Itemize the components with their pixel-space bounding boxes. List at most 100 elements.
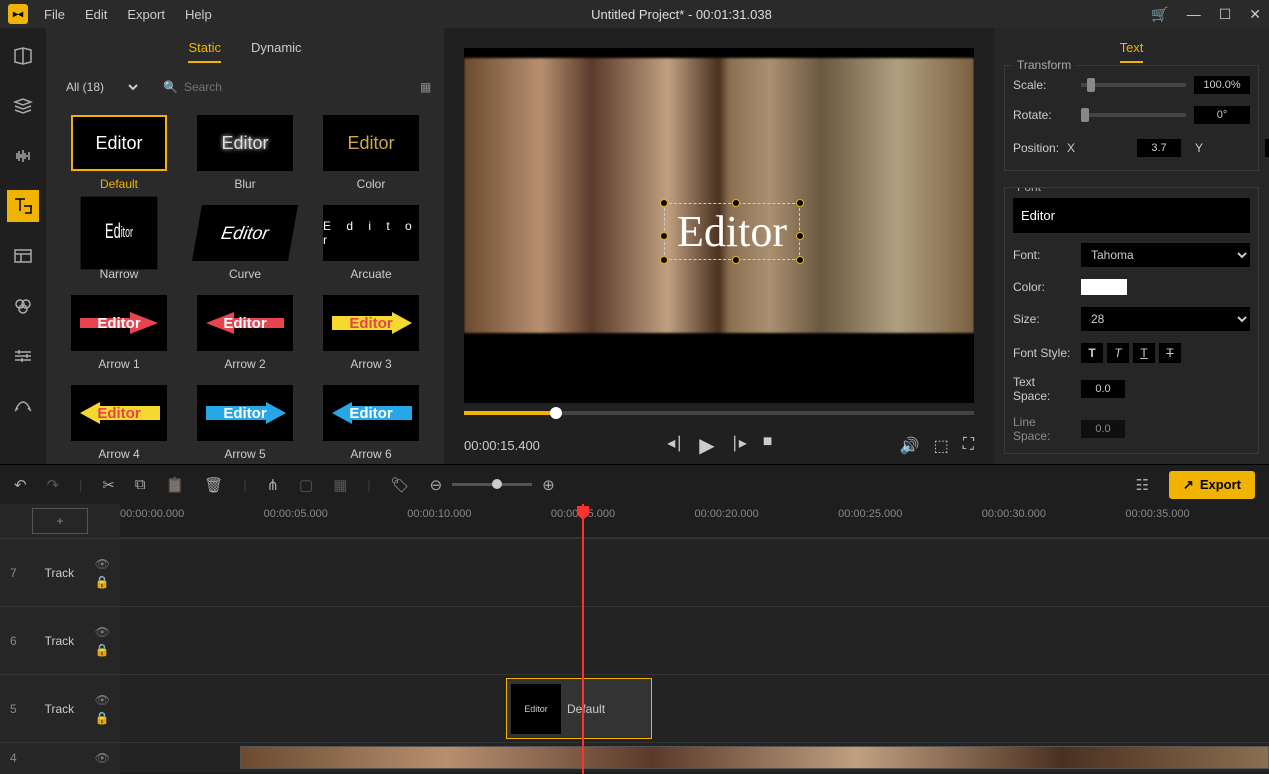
preset-default[interactable]: EditorDefault: [62, 115, 176, 191]
cart-icon[interactable]: 🛒: [1151, 6, 1168, 23]
undo-button[interactable]: ↶: [14, 476, 27, 494]
eye-icon[interactable]: 👁: [95, 557, 110, 571]
minimize-button[interactable]: —: [1187, 6, 1201, 22]
transform-title: Transform: [1011, 58, 1077, 72]
sidebar-media[interactable]: [7, 40, 39, 72]
tab-static[interactable]: Static: [188, 40, 221, 63]
category-dropdown[interactable]: All (18): [56, 75, 141, 99]
search-box[interactable]: 🔍: [153, 77, 408, 97]
group-button[interactable]: ▦: [333, 476, 347, 494]
fullscreen-icon[interactable]: ⛶: [963, 436, 974, 456]
font-dropdown[interactable]: Tahoma: [1081, 243, 1250, 267]
text-space-value[interactable]: [1081, 380, 1125, 398]
scale-slider[interactable]: [1081, 83, 1186, 87]
eye-icon[interactable]: 👁: [95, 693, 110, 707]
menu-export[interactable]: Export: [127, 7, 165, 22]
strike-button[interactable]: T: [1159, 343, 1181, 363]
preview-canvas[interactable]: Editor: [464, 48, 974, 403]
grid-view-icon[interactable]: ▦: [420, 80, 434, 94]
search-icon: 🔍: [163, 80, 178, 94]
sidebar-adjust[interactable]: [7, 340, 39, 372]
track-head-4[interactable]: 4 👁: [0, 742, 120, 772]
line-space-value[interactable]: [1081, 420, 1125, 438]
redo-button[interactable]: ↷: [47, 476, 60, 494]
x-value[interactable]: [1137, 139, 1181, 157]
sidebar-text[interactable]: [7, 190, 39, 222]
next-frame-button[interactable]: ∣▸: [731, 433, 747, 458]
crop-button[interactable]: ▢: [299, 476, 313, 494]
lock-icon[interactable]: 🔒: [95, 643, 110, 657]
track-6[interactable]: [120, 606, 1269, 674]
zoom-out-button[interactable]: ⊖: [430, 476, 443, 494]
tab-dynamic[interactable]: Dynamic: [251, 40, 302, 63]
play-button[interactable]: ▶: [699, 433, 714, 458]
preset-curve[interactable]: EditorCurve: [188, 205, 302, 281]
maximize-button[interactable]: ☐: [1219, 6, 1232, 23]
settings-icon[interactable]: ☷: [1135, 476, 1148, 494]
color-swatch[interactable]: [1081, 279, 1127, 295]
italic-button[interactable]: T: [1107, 343, 1129, 363]
preset-color[interactable]: EditorColor: [314, 115, 428, 191]
video-clip[interactable]: [240, 746, 1269, 769]
zoom-in-button[interactable]: ⊕: [542, 476, 555, 494]
split-button[interactable]: ⋔: [266, 476, 279, 494]
size-dropdown[interactable]: 28: [1081, 307, 1250, 331]
playhead[interactable]: [582, 504, 584, 774]
track-head-7[interactable]: 7 Track 👁🔒: [0, 538, 120, 606]
menu-help[interactable]: Help: [185, 7, 212, 22]
seek-bar[interactable]: [464, 411, 974, 415]
preset-arrow-5[interactable]: EditorArrow 5: [188, 385, 302, 461]
track-head-5[interactable]: 5 Track 👁🔒: [0, 674, 120, 742]
sidebar-templates[interactable]: [7, 240, 39, 272]
cut-button[interactable]: ✂: [102, 476, 115, 494]
underline-button[interactable]: T: [1133, 343, 1155, 363]
track-4[interactable]: [120, 742, 1269, 772]
y-value[interactable]: [1265, 139, 1269, 157]
text-clip-default[interactable]: Editor Default: [506, 678, 652, 739]
add-track-button[interactable]: +: [32, 508, 88, 534]
menu-file[interactable]: File: [44, 7, 65, 22]
zoom-slider[interactable]: [452, 483, 532, 486]
search-input[interactable]: [184, 80, 398, 94]
preset-blur[interactable]: EditorBlur: [188, 115, 302, 191]
marker-button[interactable]: 🏷: [391, 476, 410, 494]
right-tab-text[interactable]: Text: [1120, 40, 1144, 63]
preset-arrow-4[interactable]: EditorArrow 4: [62, 385, 176, 461]
preset-arrow-3[interactable]: EditorArrow 3: [314, 295, 428, 371]
volume-icon[interactable]: 🔊: [900, 436, 920, 456]
rotate-slider[interactable]: [1081, 113, 1186, 117]
scale-value[interactable]: [1194, 76, 1250, 94]
track-head-6[interactable]: 6 Track 👁🔒: [0, 606, 120, 674]
track-name: Track: [24, 634, 95, 648]
bold-button[interactable]: T: [1081, 343, 1103, 363]
text-overlay[interactable]: Editor: [664, 203, 800, 260]
copy-button[interactable]: ⧉: [135, 476, 146, 493]
preset-narrow[interactable]: EditorNarrow: [62, 205, 176, 281]
track-7[interactable]: [120, 538, 1269, 606]
sidebar-audio[interactable]: [7, 140, 39, 172]
prev-frame-button[interactable]: ◂∣: [667, 433, 683, 458]
timeline-ruler[interactable]: 00:00:00.000 00:00:05.000 00:00:10.000 0…: [120, 504, 1269, 538]
track-5[interactable]: Editor Default: [120, 674, 1269, 742]
stop-button[interactable]: ■: [763, 433, 773, 458]
eye-icon[interactable]: 👁: [95, 751, 110, 765]
preset-arrow-6[interactable]: EditorArrow 6: [314, 385, 428, 461]
lock-icon[interactable]: 🔒: [95, 711, 110, 725]
delete-button[interactable]: 🗑: [204, 476, 223, 494]
preset-arcuate[interactable]: E d i t o rArcuate: [314, 205, 428, 281]
rotate-value[interactable]: [1194, 106, 1250, 124]
lock-icon[interactable]: 🔒: [95, 575, 110, 589]
text-content-input[interactable]: [1013, 198, 1250, 233]
menu-edit[interactable]: Edit: [85, 7, 107, 22]
snapshot-icon[interactable]: ⬚: [934, 436, 949, 456]
eye-icon[interactable]: 👁: [95, 625, 110, 639]
paste-button[interactable]: 📋: [166, 476, 185, 494]
sidebar-filters[interactable]: [7, 290, 39, 322]
close-button[interactable]: ✕: [1249, 6, 1261, 23]
sidebar-layers[interactable]: [7, 90, 39, 122]
sidebar-transitions[interactable]: [7, 390, 39, 422]
export-button[interactable]: ↗ Export: [1169, 471, 1255, 499]
preset-arrow-1[interactable]: EditorArrow 1: [62, 295, 176, 371]
preset-arrow-2[interactable]: EditorArrow 2: [188, 295, 302, 371]
text-space-label: Text Space:: [1013, 375, 1073, 403]
